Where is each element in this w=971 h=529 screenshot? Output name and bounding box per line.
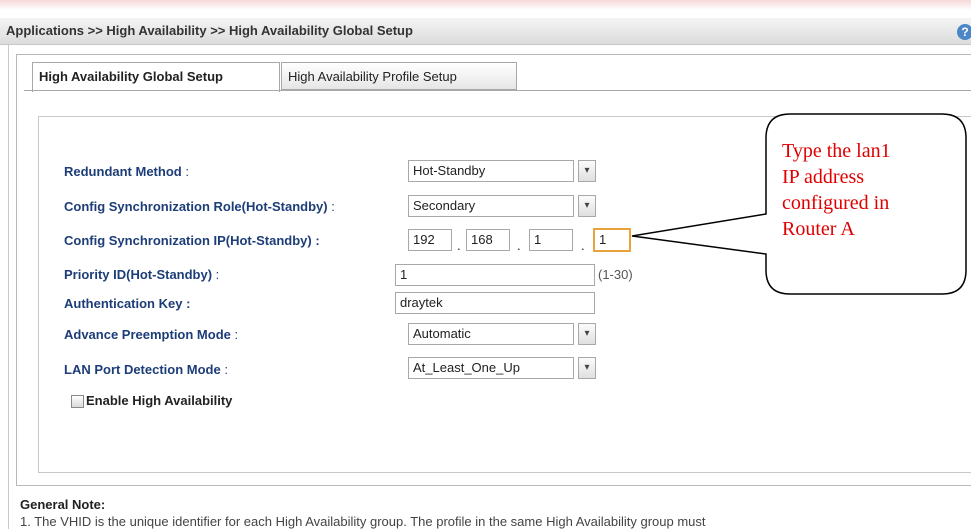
- callout-line: Type the lan1: [782, 140, 891, 162]
- general-note-heading: General Note:: [20, 497, 106, 512]
- callout-bubble: [631, 113, 967, 295]
- general-note-text: 1. The VHID is the unique identifier for…: [20, 514, 706, 529]
- callout-text: Type the lan1 IP address configured in R…: [782, 138, 957, 242]
- callout-line: IP address: [782, 166, 865, 188]
- callout-line: configured in: [782, 192, 890, 214]
- callout-line: Router A: [782, 218, 855, 240]
